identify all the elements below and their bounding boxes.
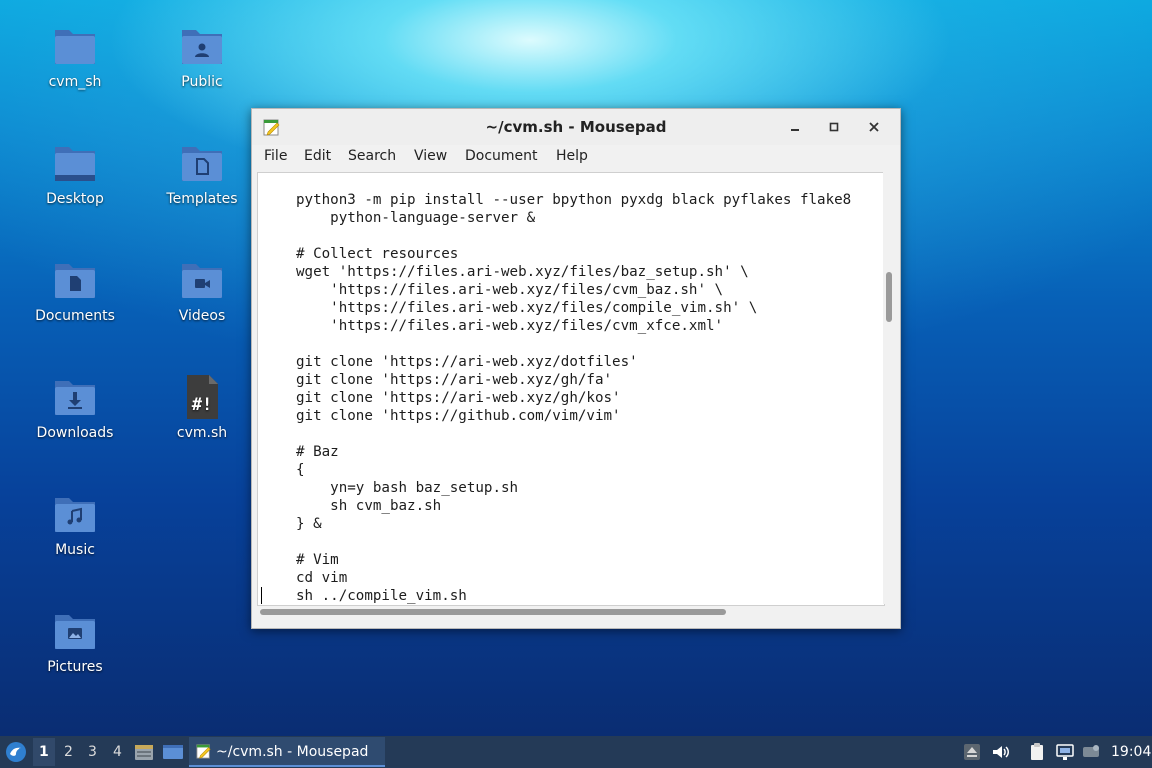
taskbar: 1 2 3 4 ~/cvm.sh - Mousepad 19:04 (0, 736, 1152, 768)
desktop-icon-cvm-sh-file[interactable]: #! cvm.sh (147, 373, 257, 441)
desktop-icon-pictures[interactable]: Pictures (20, 607, 130, 675)
workspace-1[interactable]: 1 (39, 744, 49, 760)
mousepad-app-icon (196, 744, 211, 759)
desktop-icon-documents[interactable]: Documents (20, 256, 130, 324)
vertical-scrollbar-thumb[interactable] (886, 272, 892, 322)
folder-icon (55, 30, 95, 64)
desktop-icon-label: Public (181, 74, 223, 90)
desktop-icon-desktop[interactable]: Desktop (20, 139, 130, 207)
desktop-icon-label: Desktop (46, 191, 104, 207)
desktop-icon-label: Pictures (47, 659, 103, 675)
folder-videos-icon (182, 264, 222, 298)
notifications-icon[interactable] (1081, 742, 1101, 762)
file-manager-launcher-icon[interactable] (134, 742, 154, 762)
desktop-icon-downloads[interactable]: Downloads (20, 373, 130, 441)
folder-downloads-icon (55, 381, 95, 415)
desktop-icon-label: Videos (178, 308, 226, 324)
desktop-icon-label: Downloads (36, 425, 114, 441)
workspace-4[interactable]: 4 (113, 744, 122, 760)
desktop-icon-label: Templates (166, 191, 238, 207)
text-cursor (261, 587, 262, 604)
editor-text: python3 -m pip install --user bpython py… (296, 192, 852, 604)
folder-music-icon (55, 498, 95, 532)
menu-document[interactable]: Document (465, 148, 538, 164)
folder-documents-icon (55, 264, 95, 298)
shell-script-file-icon: #! (187, 375, 218, 419)
folder-templates-icon (182, 147, 222, 181)
mousepad-window[interactable]: ~/cvm.sh - Mousepad File Edit Search Vie… (251, 108, 901, 629)
desktop-icon-label: cvm_sh (48, 74, 102, 90)
horizontal-scrollbar[interactable] (257, 606, 883, 618)
clipboard-icon[interactable] (1027, 742, 1047, 762)
menu-help[interactable]: Help (556, 148, 588, 164)
drive-eject-icon[interactable] (962, 742, 982, 762)
desktop-icon-templates[interactable]: Templates (147, 139, 257, 207)
folder-public-icon (182, 30, 222, 64)
desktop-icon-videos[interactable]: Videos (147, 256, 257, 324)
desktop-icon-label: cvm.sh (176, 425, 228, 441)
window-titlebar[interactable]: ~/cvm.sh - Mousepad (252, 109, 900, 145)
svg-text:#!: #! (192, 395, 212, 415)
folder-pictures-icon (55, 615, 95, 649)
network-icon[interactable] (1055, 742, 1075, 762)
desktop-icon-label: Music (55, 542, 95, 558)
menu-file[interactable]: File (264, 148, 287, 164)
minimize-button[interactable] (785, 117, 805, 137)
taskbar-window-button[interactable]: ~/cvm.sh - Mousepad (189, 737, 385, 767)
menu-bar: File Edit Search View Document Help (252, 145, 900, 171)
taskbar-window-label: ~/cvm.sh - Mousepad (216, 744, 369, 760)
text-editor-area[interactable]: python3 -m pip install --user bpython py… (257, 172, 885, 606)
workspace-2[interactable]: 2 (64, 744, 73, 760)
menu-view[interactable]: View (414, 148, 447, 164)
volume-icon[interactable] (990, 742, 1010, 762)
desktop-icon-label: Documents (35, 308, 115, 324)
vertical-scrollbar[interactable] (883, 172, 895, 604)
clock[interactable]: 19:04 (1111, 744, 1151, 760)
maximize-button[interactable] (824, 117, 844, 137)
desktop-icon-cvm-sh[interactable]: cvm_sh (20, 22, 130, 90)
menu-edit[interactable]: Edit (304, 148, 331, 164)
show-desktop-icon[interactable] (162, 742, 184, 762)
whisker-menu-icon[interactable] (5, 741, 27, 763)
close-button[interactable] (864, 117, 884, 137)
menu-search[interactable]: Search (348, 148, 396, 164)
horizontal-scrollbar-thumb[interactable] (260, 609, 726, 615)
desktop-icon-music[interactable]: Music (20, 490, 130, 558)
workspace-3[interactable]: 3 (88, 744, 97, 760)
folder-desktop-icon (55, 147, 95, 181)
desktop-icon-public[interactable]: Public (147, 22, 257, 90)
